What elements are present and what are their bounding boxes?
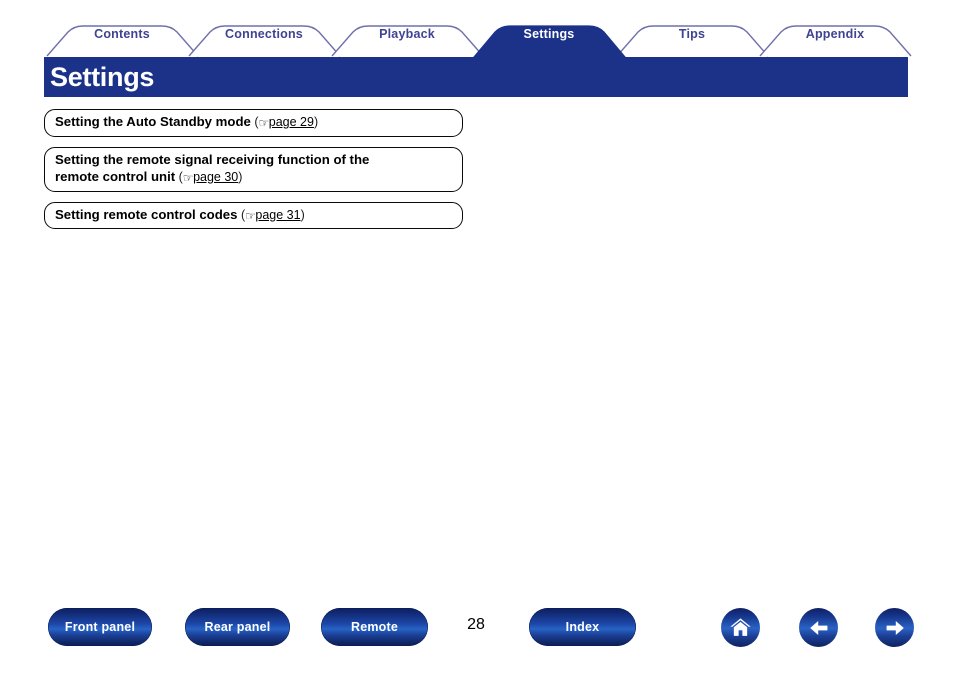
remote-button[interactable]: Remote [321,608,428,646]
link-row: Setting the Auto Standby mode (☞page 29) [55,114,319,130]
page-reference[interactable]: page 31 [255,208,300,222]
pointing-hand-icon: ☞ [182,171,194,185]
tab-shape-contents [46,25,199,57]
page-reference[interactable]: page 29 [269,115,314,129]
link-title-line1: Setting the remote signal receiving func… [55,151,370,167]
tab-bar: Contents Connections Playback Settings T… [0,0,954,58]
link-row: Setting the remote signal receiving func… [55,151,452,169]
remote-button-label: Remote [350,620,399,634]
page-title: Settings [50,61,155,92]
index-button[interactable]: Index [529,608,636,646]
tab-shape-appendix [759,25,912,57]
next-page-button[interactable] [875,608,914,647]
pointing-hand-icon: ☞ [245,208,256,223]
home-icon [730,618,751,636]
link-title: Setting remote control codes [55,206,238,222]
rear-panel-button[interactable]: Rear panel [185,608,290,646]
tab-bar-shapes [46,25,912,58]
previous-page-button[interactable] [799,608,838,647]
index-button-label: Index [565,620,600,634]
front-panel-button[interactable]: Front panel [48,608,152,646]
link-row: Setting remote control codes (☞page 31) [55,206,305,223]
page-reference[interactable]: page 30 [193,170,238,184]
arrow-right-icon [886,620,904,635]
arrow-left-icon [809,620,827,635]
section-link-list: Setting the Auto Standby mode (☞page 29)… [44,109,464,239]
link-title-line2: remote control unit [55,169,176,184]
link-row: remote control unit (☞page 30) [55,169,243,185]
tab-shape-tips [616,25,769,57]
list-item[interactable]: Setting the Auto Standby mode (☞page 29) [44,109,463,137]
tab-shape-settings-active [472,25,627,58]
link-title: Setting the Auto Standby mode [55,114,251,129]
rear-panel-button-label: Rear panel [204,620,271,634]
footer-navigation: Front panel Rear panel Remote 28 Index [0,608,954,648]
page-number: 28 [467,616,485,633]
home-button[interactable] [721,608,760,647]
tab-shape-playback [331,25,484,57]
pointing-hand-icon: ☞ [258,116,270,130]
front-panel-button-label: Front panel [64,620,136,634]
tab-shape-connections [188,25,341,57]
list-item[interactable]: Setting remote control codes (☞page 31) [44,201,463,229]
page-title-banner: Settings [44,57,908,97]
list-item[interactable]: Setting the remote signal receiving func… [44,146,463,192]
